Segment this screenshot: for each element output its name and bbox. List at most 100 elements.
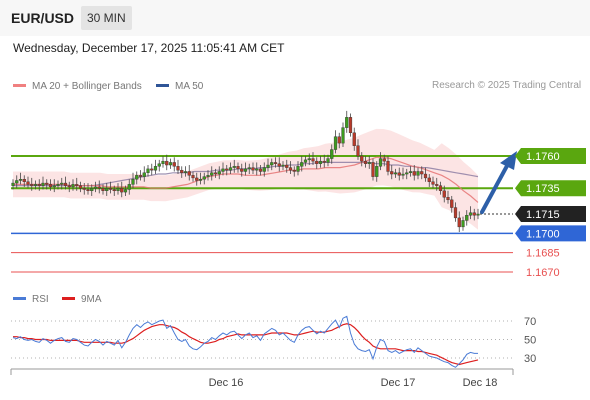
candle-body: [438, 185, 443, 191]
candle-body: [138, 175, 143, 177]
candle-body: [123, 189, 128, 193]
candle-body: [345, 117, 349, 128]
candle-body: [273, 162, 278, 164]
candle-body: [367, 162, 371, 164]
candle-body: [86, 189, 90, 191]
candle-body: [217, 171, 221, 175]
candle-body: [360, 155, 364, 162]
candle-body: [262, 167, 266, 172]
candle-body: [191, 175, 195, 179]
candle-body: [352, 132, 356, 146]
candle-body: [236, 166, 240, 170]
candle-body: [187, 171, 191, 176]
candle-body: [45, 182, 49, 185]
price-label-4: 1.1685: [526, 248, 560, 260]
candle-body: [405, 172, 409, 175]
candle-body: [258, 168, 263, 172]
candle-body: [52, 185, 56, 188]
price-label-3: 1.1700: [526, 228, 560, 240]
candle-body: [333, 136, 338, 150]
candle-body: [393, 172, 398, 175]
candle-body: [240, 168, 244, 172]
candle-body: [371, 162, 375, 177]
candle-body: [75, 184, 79, 186]
candle-body: [135, 175, 139, 180]
price-label-5: 1.1670: [526, 267, 560, 279]
candle-body: [82, 188, 86, 190]
candle-body: [300, 162, 304, 167]
price-label-2: 1.1715: [526, 209, 560, 221]
candle-body: [127, 184, 131, 190]
candle-body: [15, 180, 19, 184]
price-chart[interactable]: 1.1760 1.1735 1.1715 1.1700 1.1685 1.1670 70 50…: [0, 0, 590, 400]
candle-body: [382, 158, 386, 162]
candle-body: [288, 167, 293, 171]
candle-body: [311, 158, 315, 162]
candle-body: [78, 185, 83, 189]
candle-body: [120, 188, 124, 193]
candle-body: [390, 171, 394, 175]
candle-body: [131, 178, 135, 185]
candle-body: [270, 162, 274, 166]
candle-body: [90, 188, 94, 192]
candle-body: [401, 173, 405, 176]
candle-body: [116, 188, 120, 192]
candle-body: [435, 184, 439, 186]
candle-body: [412, 171, 416, 176]
candle-body: [378, 158, 383, 167]
candle-body: [472, 212, 476, 216]
candle-body: [180, 169, 184, 173]
candle-body: [30, 184, 34, 186]
candle-body: [423, 173, 428, 179]
candle-body: [221, 168, 225, 172]
candle-body: [161, 160, 165, 164]
candle-body: [386, 160, 390, 172]
candle-body: [210, 172, 214, 176]
candle-body: [408, 171, 413, 173]
candle-body: [63, 182, 68, 186]
candle-body: [142, 172, 146, 177]
candle-body: [453, 207, 458, 219]
candle-body: [416, 171, 420, 176]
candle-body: [337, 136, 341, 144]
candle-body: [48, 184, 53, 188]
candle-body: [11, 182, 15, 186]
candle-body: [442, 190, 446, 198]
candle-body: [348, 117, 353, 134]
candle-body: [296, 166, 300, 172]
candle-body: [322, 160, 326, 163]
candle-body: [202, 176, 206, 180]
candle-body: [330, 149, 334, 159]
candle-body: [292, 169, 296, 172]
candle-body: [476, 213, 480, 216]
candle-body: [71, 184, 75, 188]
candle-body: [420, 171, 424, 175]
candle-body: [60, 182, 64, 185]
candle-body: [255, 168, 259, 171]
candle-body: [461, 220, 465, 228]
candle-body: [153, 166, 158, 171]
candle-body: [112, 189, 116, 191]
x-tick-label-1: Dec 17: [381, 377, 416, 389]
candle-body: [450, 199, 454, 208]
candle-body: [37, 184, 41, 186]
candle-body: [318, 160, 323, 164]
candle-body: [56, 184, 60, 186]
candle-body: [18, 178, 23, 181]
x-tick-label-2: Dec 18: [463, 377, 498, 389]
candle-body: [307, 158, 311, 161]
candle-body: [195, 177, 199, 181]
candle-body: [150, 168, 154, 171]
candle-body: [326, 158, 330, 163]
candle-body: [41, 182, 45, 186]
price-label-0: 1.1760: [526, 151, 560, 163]
candle-body: [146, 168, 150, 173]
candle-body: [33, 184, 38, 186]
candle-body: [431, 181, 435, 185]
candle-body: [225, 168, 229, 171]
candle-body: [172, 162, 176, 167]
candle-body: [198, 178, 203, 181]
candle-body: [228, 167, 233, 171]
candle-body: [457, 217, 461, 228]
candle-body: [243, 168, 248, 172]
